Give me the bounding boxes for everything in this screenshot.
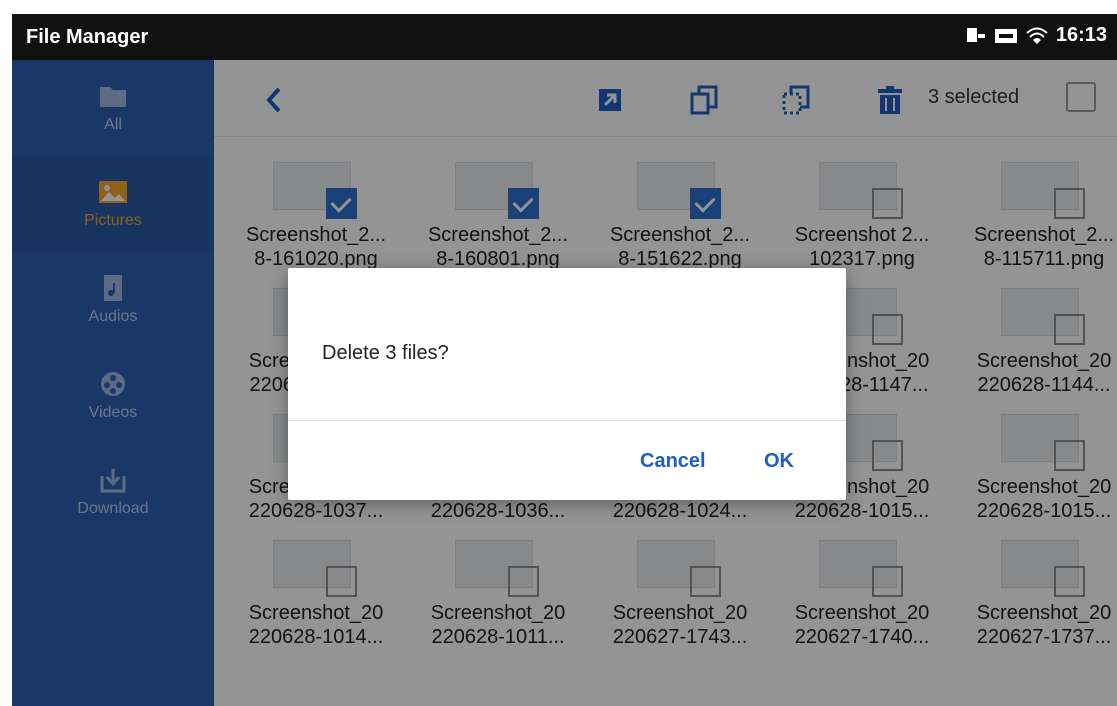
charging-icon [966,27,985,42]
wifi-icon [1026,27,1048,44]
status-bar: File Manager 16:13 [12,14,1117,60]
app-title: File Manager [26,26,149,48]
status-icons: 16:13 [964,24,1107,47]
delete-dialog: Delete 3 files? Cancel OK [288,268,846,500]
divider [288,420,846,421]
clock: 16:13 [1055,24,1107,46]
dialog-title: Delete 3 files? [322,342,449,364]
ftp-icon [994,28,1017,43]
screen: File Manager 16:13 All Pictures Audios V… [12,14,1117,706]
cancel-button[interactable]: Cancel [640,450,706,473]
ok-button[interactable]: OK [764,450,794,473]
